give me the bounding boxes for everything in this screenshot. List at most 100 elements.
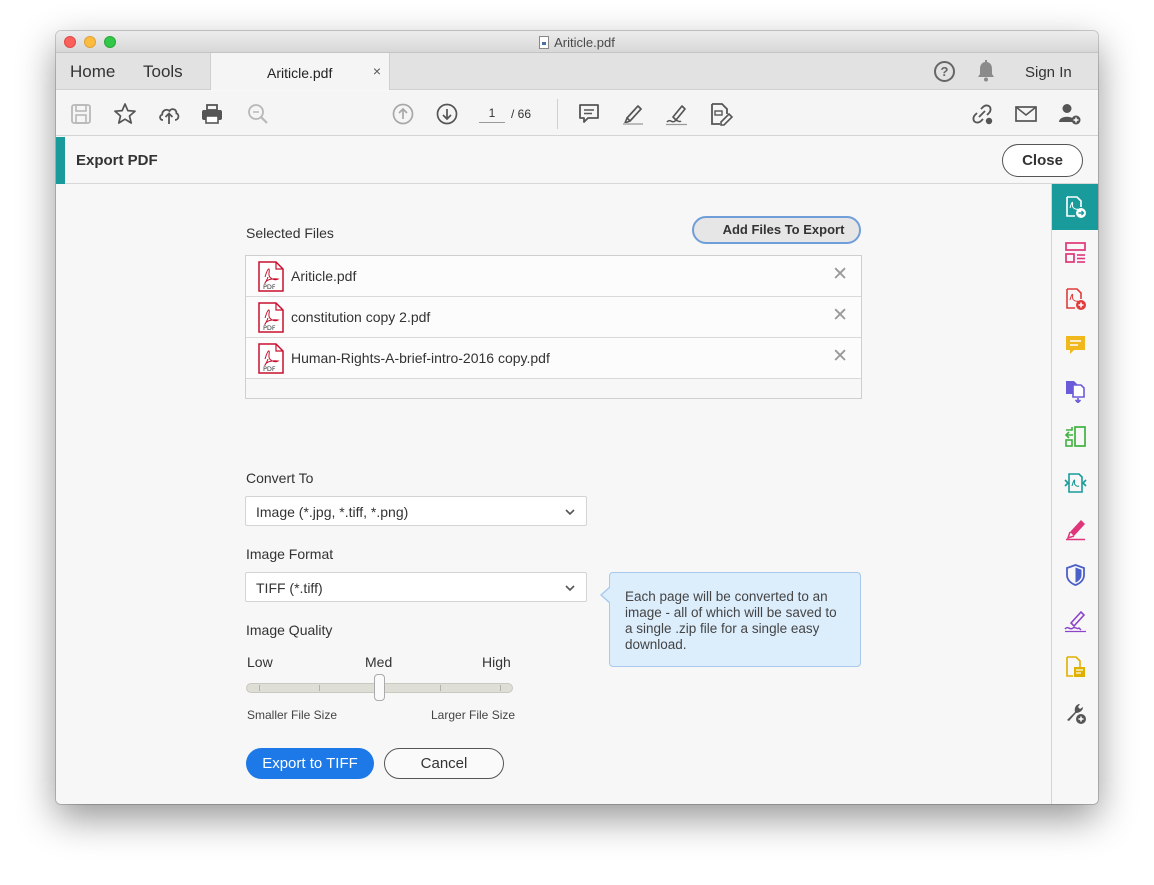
file-name: Ariticle.pdf [291,268,357,284]
rail-comment[interactable] [1052,322,1098,368]
add-files-button[interactable]: Add Files To Export [692,216,861,244]
previous-page-icon[interactable] [390,101,416,127]
convert-to-value: Image (*.jpg, *.tiff, *.png) [256,504,409,520]
rail-protect[interactable] [1052,552,1098,598]
rail-export-pdf[interactable] [1052,184,1098,230]
pdf-file-icon: PDF [258,261,284,292]
tab-document[interactable]: Ariticle.pdf × [210,53,390,90]
quality-high-label: High [482,654,511,670]
image-quality-label: Image Quality [246,622,333,638]
slider-tick [259,685,260,691]
comment-icon [1066,336,1085,354]
email-icon[interactable] [1013,101,1039,127]
toolbar: 1 / 66 [56,91,1098,136]
page-total: / 66 [511,107,532,121]
tab-bar: Home Tools Ariticle.pdf × ? Sign In [56,53,1098,90]
comment-icon[interactable] [576,101,602,127]
rail-more-tools[interactable] [1052,690,1098,736]
remove-file-icon[interactable]: ✕ [832,265,848,285]
pdf-file-icon: PDF [258,302,284,333]
smaller-file-size-label: Smaller File Size [247,708,338,722]
rail-organize-pages[interactable] [1052,230,1098,276]
rail-create-pdf[interactable] [1052,276,1098,322]
bookmark-star-icon[interactable] [112,101,138,127]
app-window: Ariticle.pdf Home Tools Ariticle.pdf × ?… [56,31,1098,804]
protect-icon [1066,564,1085,586]
remove-file-icon[interactable]: ✕ [832,347,848,367]
fill-sign-icon [1066,520,1085,541]
slider-tick [440,685,441,691]
export-button[interactable]: Export to TIFF [246,748,374,779]
rail-combine-files[interactable] [1052,368,1098,414]
quality-slider-handle[interactable] [374,674,385,701]
file-name: constitution copy 2.pdf [291,309,431,325]
rail-edit-pdf[interactable] [1052,460,1098,506]
next-page-icon[interactable] [434,101,460,127]
edit-pdf-icon [1064,473,1087,493]
rail-compare[interactable] [1052,414,1098,460]
notifications-bell-icon[interactable] [975,59,997,83]
tool-header: Export PDF Close [56,137,1098,184]
sign-in-link[interactable]: Sign In [1025,64,1072,81]
file-list-item[interactable]: PDF Ariticle.pdf ✕ [246,256,861,297]
format-info-tooltip: Each page will be converted to an image … [609,572,861,667]
fill-sign-icon[interactable] [708,101,734,127]
rail-fill-sign[interactable] [1052,506,1098,552]
close-tab-icon[interactable]: × [373,63,381,79]
export-pdf-icon [1066,196,1086,218]
tooltip-arrow-fill [602,587,611,603]
chevron-down-icon [565,509,575,516]
rail-scan[interactable] [1052,644,1098,690]
slider-tick [500,685,501,691]
upload-cloud-icon[interactable] [156,101,182,127]
pdf-badge-text: PDF [263,283,276,291]
remove-file-icon[interactable]: ✕ [832,306,848,326]
selected-files-list: PDF Ariticle.pdf ✕ PDF constitution copy… [245,255,862,399]
page-number-input[interactable]: 1 [479,104,505,123]
file-list-item[interactable]: PDF constitution copy 2.pdf ✕ [246,297,861,338]
pdf-badge-text: PDF [263,365,276,373]
quality-low-label: Low [247,654,273,670]
image-format-label: Image Format [246,546,334,562]
help-icon[interactable]: ? [934,61,955,82]
draw-sign-icon[interactable] [664,101,690,127]
toolbar-divider [557,99,558,129]
rail-send-for-signature[interactable] [1052,598,1098,644]
slider-tick [319,685,320,691]
zoom-search-icon[interactable] [245,101,271,127]
file-list-item[interactable]: PDF Human-Rights-A-brief-intro-2016 copy… [246,338,861,379]
header-accent-bar [56,137,65,184]
convert-to-label: Convert To [246,470,314,486]
pdf-file-icon: PDF [258,343,284,374]
selected-files-label: Selected Files [246,225,334,241]
print-icon[interactable] [199,101,225,127]
tools-rail [1051,184,1098,804]
pdf-badge-text: PDF [263,324,276,332]
highlight-icon[interactable] [620,101,646,127]
tab-home[interactable]: Home [70,62,115,82]
create-pdf-icon [1066,288,1086,310]
more-tools-icon [1067,704,1086,724]
cancel-button[interactable]: Cancel [384,748,504,779]
page-title: Export PDF [76,152,158,169]
compare-icon [1064,426,1086,447]
scan-icon [1066,656,1085,677]
combine-files-icon [1066,381,1085,403]
export-pdf-panel: Selected Files Add Files To Export PDF A… [56,184,1052,804]
title-bar: Ariticle.pdf [56,31,1098,53]
convert-to-select[interactable]: Image (*.jpg, *.tiff, *.png) [245,496,587,526]
image-format-select[interactable]: TIFF (*.tiff) [245,572,587,602]
window-title-text: Ariticle.pdf [554,35,615,50]
tab-document-label: Ariticle.pdf [267,65,333,81]
tab-tools[interactable]: Tools [143,62,183,82]
save-icon[interactable] [68,101,94,127]
chevron-down-icon [565,585,575,592]
share-link-icon[interactable] [969,101,995,127]
organize-pages-icon [1065,242,1086,263]
file-name: Human-Rights-A-brief-intro-2016 copy.pdf [291,350,550,366]
add-user-icon[interactable] [1057,101,1083,127]
send-for-signature-icon [1064,610,1086,633]
close-tool-button[interactable]: Close [1002,144,1083,177]
larger-file-size-label: Larger File Size [431,708,516,722]
image-format-value: TIFF (*.tiff) [256,580,323,596]
